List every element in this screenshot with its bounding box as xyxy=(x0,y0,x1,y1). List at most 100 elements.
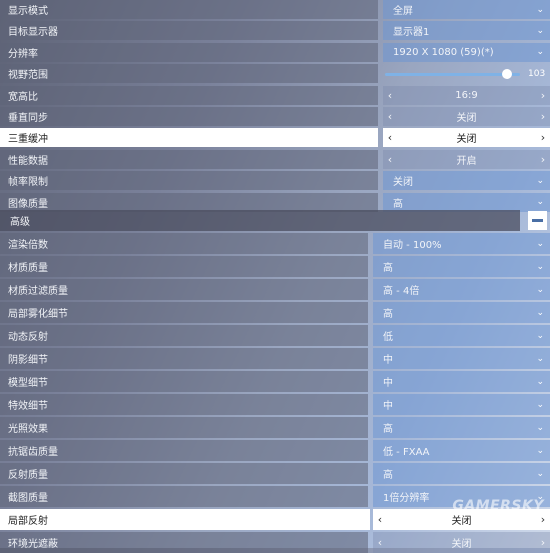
setting-dropdown[interactable]: 中 ⌄ xyxy=(373,348,550,369)
slider-value: 103 xyxy=(528,68,546,79)
advanced.items-row-8[interactable]: 光照效果高 ⌄ xyxy=(0,417,550,438)
setting-dropdown[interactable]: 低 ⌄ xyxy=(373,325,550,346)
setting-label: 反射质量 xyxy=(0,463,368,484)
setting-label: 宽高比 xyxy=(0,85,378,105)
setting-label: 渲染倍数 xyxy=(0,233,368,254)
setting-carousel[interactable]: ‹ 关闭 › xyxy=(373,532,550,553)
setting-label: 阴影细节 xyxy=(0,348,368,369)
setting-label: 显示模式 xyxy=(0,0,378,19)
chevron-left-icon[interactable]: ‹ xyxy=(383,153,397,166)
setting-value: 高 - 4倍 xyxy=(383,286,420,297)
setting-dropdown[interactable]: 关闭 ⌄ xyxy=(383,171,550,191)
collapse-button[interactable] xyxy=(528,211,547,230)
setting-dropdown[interactable]: 1920 X 1080 (59)(*) ⌄ xyxy=(383,42,550,62)
setting-dropdown[interactable]: 全屏 ⌄ xyxy=(383,0,550,19)
advanced.items-row-2[interactable]: 材质过滤质量 高 - 4倍 ⌄ xyxy=(0,279,550,300)
chevron-down-icon: ⌄ xyxy=(536,261,544,272)
chevron-right-icon[interactable]: › xyxy=(536,131,550,144)
setting-label: 帧率限制 xyxy=(0,171,378,191)
chevron-down-icon: ⌄ xyxy=(536,330,544,341)
setting-label: 性能数据 xyxy=(0,149,378,169)
chevron-right-icon[interactable]: › xyxy=(536,153,550,166)
setting-value: 关闭 xyxy=(451,516,472,527)
advanced.items-row-6[interactable]: 模型细节中 ⌄ xyxy=(0,371,550,392)
chevron-down-icon: ⌄ xyxy=(536,238,544,249)
advanced-section-title: 高级 xyxy=(0,210,520,231)
chevron-down-icon: ⌄ xyxy=(536,445,544,456)
setting-label: 目标显示器 xyxy=(0,21,378,41)
basic-row-2[interactable]: 分辨率 1920 X 1080 (59)(*) ⌄ xyxy=(0,42,550,62)
advanced.items-row-4[interactable]: 动态反射低 ⌄ xyxy=(0,325,550,346)
setting-label: 动态反射 xyxy=(0,325,368,346)
setting-dropdown[interactable]: 高 ⌄ xyxy=(373,302,550,323)
setting-value: 高 xyxy=(383,309,393,320)
setting-value: 关闭 xyxy=(456,134,477,146)
basic-row-1[interactable]: 目标显示器 显示器1 ⌄ xyxy=(0,21,550,41)
advanced.items-row-10[interactable]: 反射质量高 ⌄ xyxy=(0,463,550,484)
setting-value: 高 xyxy=(383,263,393,274)
setting-value: 中 xyxy=(383,401,393,412)
chevron-down-icon: ⌄ xyxy=(536,175,544,186)
setting-value: 16:9 xyxy=(455,89,478,101)
setting-dropdown[interactable]: 显示器1 ⌄ xyxy=(383,21,550,41)
chevron-right-icon[interactable]: › xyxy=(536,89,550,102)
setting-dropdown[interactable]: 高 ⌄ xyxy=(373,256,550,277)
setting-label: 光照效果 xyxy=(0,417,368,438)
advanced.items-row-7[interactable]: 特效细节中 ⌄ xyxy=(0,394,550,415)
basic-row-8[interactable]: 帧率限制 关闭 ⌄ xyxy=(0,171,550,191)
slider-thumb[interactable] xyxy=(501,69,512,80)
slider-track[interactable] xyxy=(385,73,520,77)
setting-label: 分辨率 xyxy=(0,42,378,62)
chevron-left-icon[interactable]: ‹ xyxy=(373,513,387,526)
chevron-left-icon[interactable]: ‹ xyxy=(383,89,397,102)
basic-row-5[interactable]: 垂直同步 ‹ 关闭 › xyxy=(0,107,550,126)
basic-row-4[interactable]: 宽高比 ‹ 16:9 › xyxy=(0,85,550,105)
setting-dropdown[interactable]: 高 ⌄ xyxy=(373,463,550,484)
setting-carousel[interactable]: ‹ 开启 › xyxy=(383,149,550,169)
advanced.items-row-1[interactable]: 材质质量高 ⌄ xyxy=(0,256,550,277)
advanced.items-row-0[interactable]: 渲染倍数 自动 - 100% ⌄ xyxy=(0,233,550,254)
setting-label: 抗锯齿质量 xyxy=(0,440,368,461)
minus-icon xyxy=(532,219,543,222)
setting-dropdown[interactable]: 高 ⌄ xyxy=(383,192,550,212)
basic-row-0[interactable]: 显示模式 全屏 ⌄ xyxy=(0,0,550,19)
advanced.items-row-5[interactable]: 阴影细节中 ⌄ xyxy=(0,348,550,369)
setting-label: 局部反射 xyxy=(0,509,370,530)
chevron-down-icon: ⌄ xyxy=(536,4,544,15)
basic-row-6[interactable]: 三重缓冲 ‹ 关闭 › xyxy=(0,128,550,148)
setting-value: 开启 xyxy=(456,155,477,167)
setting-dropdown[interactable]: 中 ⌄ xyxy=(373,371,550,392)
basic-row-9[interactable]: 图像质量高 ⌄ xyxy=(0,192,550,212)
advanced.items-row-13[interactable]: 环境光遮蔽 ‹ 关闭 › xyxy=(0,532,550,553)
chevron-right-icon[interactable]: › xyxy=(536,536,550,549)
advanced.items-row-9[interactable]: 抗锯齿质量 低 - FXAA ⌄ xyxy=(0,440,550,461)
setting-dropdown[interactable]: 低 - FXAA ⌄ xyxy=(373,440,550,461)
chevron-down-icon: ⌄ xyxy=(536,284,544,295)
basic-row-3[interactable]: 视野范围 103 xyxy=(0,64,550,84)
chevron-right-icon[interactable]: › xyxy=(536,513,550,526)
setting-label: 模型细节 xyxy=(0,371,368,392)
chevron-left-icon[interactable]: ‹ xyxy=(383,110,397,123)
setting-dropdown[interactable]: 高 - 4倍 ⌄ xyxy=(373,279,550,300)
chevron-left-icon[interactable]: ‹ xyxy=(383,131,397,144)
setting-label: 特效细节 xyxy=(0,394,368,415)
setting-value: 显示器1 xyxy=(393,27,430,39)
advanced.items-row-3[interactable]: 局部雾化细节高 ⌄ xyxy=(0,302,550,323)
basic-row-7[interactable]: 性能数据 ‹ 开启 › xyxy=(0,149,550,169)
setting-dropdown[interactable]: 自动 - 100% ⌄ xyxy=(373,233,550,254)
setting-carousel[interactable]: ‹ 关闭 › xyxy=(383,128,550,148)
chevron-right-icon[interactable]: › xyxy=(536,110,550,123)
advanced-section-header[interactable]: 高级 xyxy=(0,210,550,231)
setting-label: 局部雾化细节 xyxy=(0,302,368,323)
setting-label: 材质质量 xyxy=(0,256,368,277)
setting-dropdown[interactable]: 高 ⌄ xyxy=(373,417,550,438)
setting-carousel[interactable]: ‹ 关闭 › xyxy=(383,107,550,126)
chevron-down-icon: ⌄ xyxy=(536,399,544,410)
chevron-down-icon: ⌄ xyxy=(536,353,544,364)
setting-dropdown[interactable]: 中 ⌄ xyxy=(373,394,550,415)
chevron-left-icon[interactable]: ‹ xyxy=(373,536,387,549)
watermark-logo: GAMERSKY xyxy=(452,498,544,514)
setting-carousel[interactable]: ‹ 16:9 › xyxy=(383,85,550,105)
setting-value: 低 - FXAA xyxy=(383,447,430,458)
setting-label: 材质过滤质量 xyxy=(0,279,368,300)
